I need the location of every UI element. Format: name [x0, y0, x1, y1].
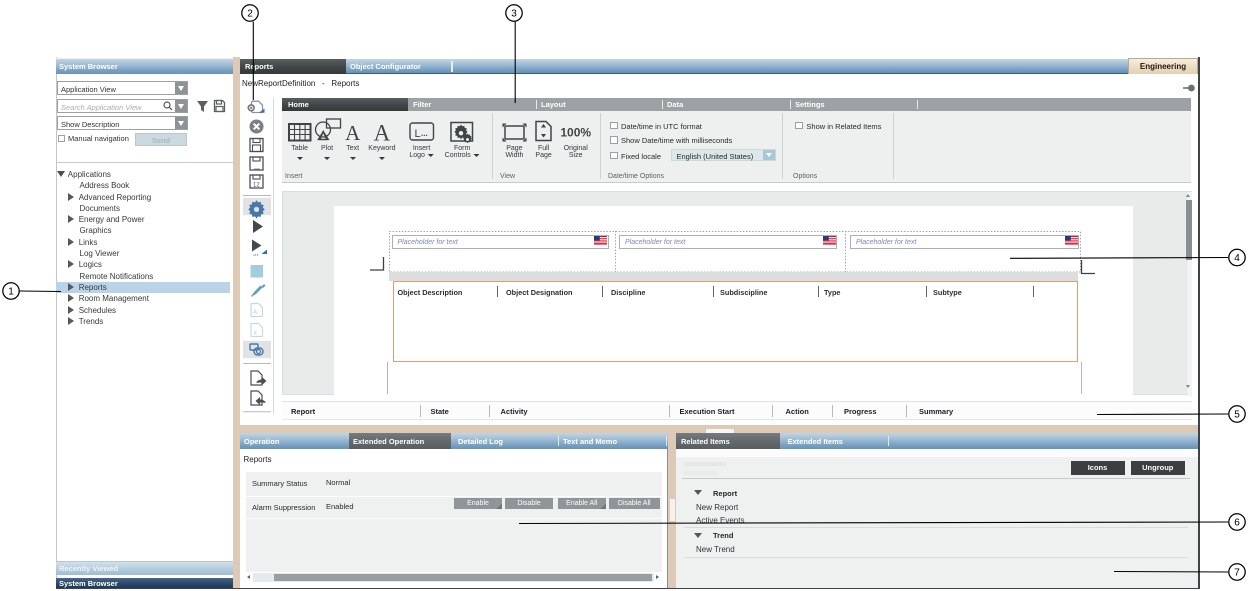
- svg-text:3: 3: [511, 9, 517, 20]
- svg-text:7: 7: [1234, 568, 1240, 579]
- svg-text:5: 5: [1234, 410, 1240, 421]
- svg-text:1: 1: [8, 287, 14, 298]
- svg-text:4: 4: [1234, 253, 1240, 264]
- svg-text:2: 2: [247, 9, 253, 20]
- svg-text:6: 6: [1234, 518, 1240, 529]
